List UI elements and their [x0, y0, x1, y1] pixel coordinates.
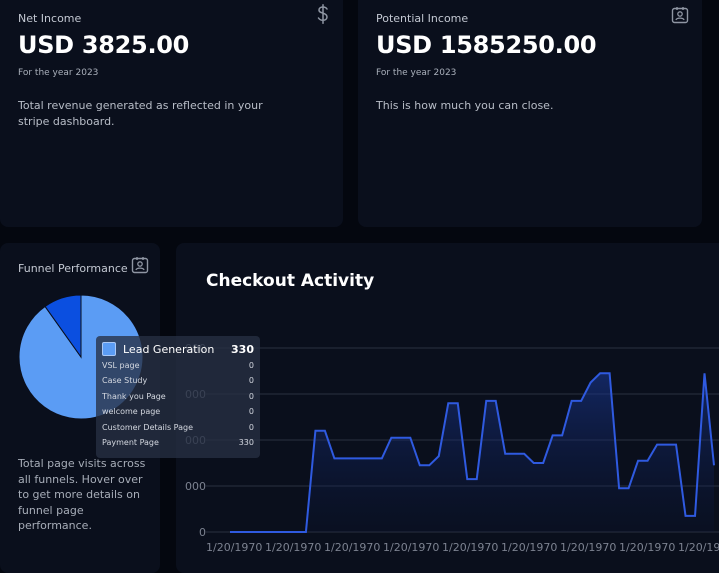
potential-income-amount: USD 1585250.00 [376, 31, 597, 59]
tooltip-row-label: welcome page [102, 407, 161, 416]
net-income-title: Net Income [18, 12, 82, 25]
tooltip-swatch [102, 342, 116, 356]
x-tick-label: 1/20/1970 [619, 541, 675, 554]
pie-tooltip: Lead Generation 330 VSL page 0 Case Stud… [96, 336, 260, 458]
y-tick-label: 0 [199, 526, 206, 539]
x-tick-label: 1/20/1970 [442, 541, 498, 554]
x-tick-label: 1/20/1970 [206, 541, 262, 554]
funnel-performance-title: Funnel Performance [18, 262, 128, 275]
tooltip-row-label: Customer Details Page [102, 423, 194, 432]
tooltip-label: Lead Generation [123, 343, 215, 356]
tooltip-row-value: 0 [248, 407, 254, 416]
potential-income-card: Potential Income USD 1585250.00 For the … [358, 0, 702, 227]
potential-income-period: For the year 2023 [376, 68, 457, 78]
net-income-period: For the year 2023 [18, 68, 99, 78]
net-income-description: Total revenue generated as reflected in … [18, 99, 263, 128]
y-tick-label: 000 [185, 480, 206, 493]
contact-badge-icon [671, 6, 689, 28]
x-tick-label: 1/20/1970 [265, 541, 321, 554]
dollar-icon [316, 4, 330, 28]
x-tick-label: 1/20/1970 [383, 541, 439, 554]
tooltip-row-label: VSL page [102, 361, 140, 370]
x-tick-label: 1/20/1970 [324, 541, 380, 554]
contact-badge-icon [131, 256, 149, 278]
x-tick-label: 1/20/1970 [678, 541, 719, 554]
x-tick-label: 1/20/1970 [560, 541, 616, 554]
tooltip-row-value: 0 [248, 361, 254, 370]
funnel-performance-description: Total page visits across all funnels. Ho… [18, 457, 146, 532]
tooltip-row-label: Payment Page [102, 438, 159, 447]
area-fill [230, 373, 714, 532]
tooltip-value: 330 [231, 343, 254, 356]
tooltip-row-label: Case Study [102, 376, 148, 385]
tooltip-row-value: 330 [238, 438, 254, 447]
tooltip-row-value: 0 [248, 423, 254, 432]
net-income-amount: USD 3825.00 [18, 31, 190, 59]
tooltip-row-label: Thank you Page [102, 392, 166, 401]
x-tick-label: 1/20/1970 [501, 541, 557, 554]
potential-income-title: Potential Income [376, 12, 469, 25]
tooltip-row-value: 0 [248, 392, 254, 401]
net-income-card: Net Income USD 3825.00 For the year 2023… [0, 0, 343, 227]
tooltip-row-value: 0 [248, 376, 254, 385]
potential-income-description: This is how much you can close. [376, 99, 554, 112]
